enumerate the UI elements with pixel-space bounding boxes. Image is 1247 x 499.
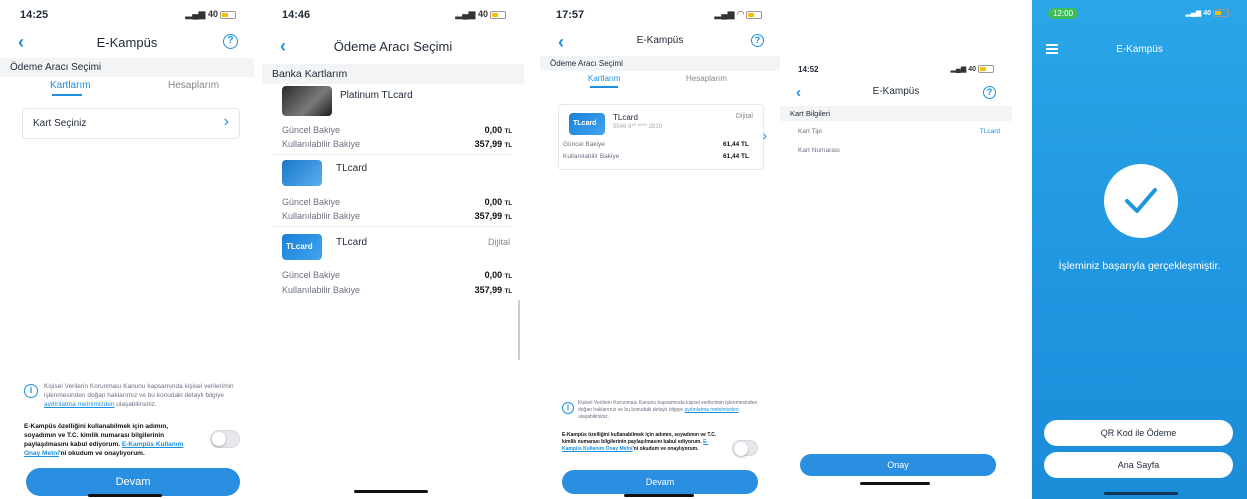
nav-bar: ‹ E-Kampüs ? bbox=[540, 30, 780, 56]
card-name: TLcard bbox=[613, 113, 638, 122]
screen-success: 12:00 ▂▄▆ 40 E-Kampüs İşleminiz başarıyl… bbox=[1032, 0, 1247, 499]
tab-accounts[interactable]: Hesaplarım bbox=[686, 74, 727, 83]
status-bar: 14:25 ▂▄▆ 40 bbox=[0, 0, 254, 28]
continue-button[interactable]: Devam bbox=[26, 468, 240, 496]
screen-payment-method: 14:46 ▂▄▆ 40 ‹ Ödeme Aracı Seçimi Banka … bbox=[262, 0, 524, 499]
tabs: Kartlarım Hesaplarım bbox=[540, 70, 780, 92]
status-bar: 17:57 ▂▄▆ ◠ bbox=[540, 0, 780, 28]
status-bar: 12:00 ▂▄▆ 40 bbox=[1032, 0, 1247, 28]
status-time: 12:00 bbox=[1048, 8, 1079, 19]
card-tag: Dijital bbox=[487, 237, 510, 247]
home-indicator bbox=[624, 494, 694, 497]
consent-text: E-Kampüs özelliğini kullanabilmek için a… bbox=[562, 432, 717, 452]
page-title: E-Kampüs bbox=[872, 86, 920, 97]
balance-row: Güncel Bakiye 0,00 TL bbox=[282, 270, 512, 280]
home-indicator bbox=[354, 490, 428, 493]
divider bbox=[272, 154, 514, 155]
home-indicator bbox=[1104, 492, 1178, 495]
selected-card-box[interactable]: TLcard TLcard 5546 6** **** 2819 Dijital… bbox=[558, 104, 767, 170]
nav-bar: ‹ E-Kampüs ? bbox=[780, 82, 1012, 108]
card-tag: Dijital bbox=[735, 113, 753, 120]
tlcard-image: TLcard bbox=[569, 113, 605, 135]
platinum-card-image[interactable] bbox=[282, 86, 332, 116]
info-icon: i bbox=[562, 402, 574, 414]
section-title: Banka Kartlarım bbox=[262, 64, 524, 84]
kvkk-text: Kişisel Verilerin Korunması Kanunu kapsa… bbox=[44, 383, 234, 409]
consent-text: E-Kampüs özelliğini kullanabilmek için a… bbox=[24, 423, 184, 458]
usable-balance-row: Kullanılabilir Bakiye 61,44 TL bbox=[563, 153, 749, 160]
signal-icon: ▂▄▆ 40 bbox=[455, 9, 506, 20]
tab-cards[interactable]: Kartlarım bbox=[588, 74, 620, 88]
usable-balance-row: Kullanılabilir Bakiye 357,99 TL bbox=[282, 211, 512, 221]
home-indicator bbox=[860, 482, 930, 485]
divider bbox=[272, 226, 514, 227]
kvkk-link[interactable]: aydınlatma metnimizden bbox=[684, 407, 738, 413]
page-title: E-Kampüs bbox=[636, 35, 684, 46]
tlcard-image[interactable] bbox=[282, 160, 322, 186]
tab-accounts[interactable]: Hesaplarım bbox=[168, 80, 219, 91]
screen-ekampus-select: 14:25 ▂▄▆ 40 ‹ E-Kampüs ? Ödeme Aracı Se… bbox=[0, 0, 254, 499]
card-number: 5546 6** **** 2819 bbox=[613, 124, 663, 130]
page-title: E-Kampüs bbox=[1116, 44, 1163, 55]
section-title: Ödeme Aracı Seçimi bbox=[540, 56, 780, 71]
home-button[interactable]: Ana Sayfa bbox=[1044, 452, 1233, 478]
signal-icon: ▂▄▆ 40 bbox=[951, 65, 994, 74]
balance-row: Güncel Bakiye 0,00 TL bbox=[282, 197, 512, 207]
select-card-row[interactable]: Kart Seçiniz › bbox=[22, 108, 240, 139]
card-name: Platinum TLcard bbox=[340, 90, 413, 101]
signal-icon: ▂▄▆ ◠ bbox=[714, 9, 762, 20]
battery-icon bbox=[1213, 9, 1229, 18]
help-icon[interactable]: ? bbox=[223, 34, 238, 49]
status-time: 14:25 bbox=[20, 9, 49, 21]
section-title: Kart Bilgileri bbox=[780, 106, 1012, 121]
tlcard-digital-image[interactable]: TLcard bbox=[282, 234, 322, 260]
balance-row: Güncel Bakiye 0,00 TL bbox=[282, 125, 512, 135]
scrollbar[interactable] bbox=[518, 300, 520, 360]
status-time: 14:46 bbox=[282, 9, 311, 21]
nav-bar: ‹ E-Kampüs ? bbox=[0, 30, 254, 56]
usable-balance-row: Kullanılabilir Bakiye 357,99 TL bbox=[282, 285, 512, 295]
info-icon: i bbox=[24, 384, 38, 398]
usable-balance-row: Kullanılabilir Bakiye 357,99 TL bbox=[282, 139, 512, 149]
chevron-right-icon: › bbox=[223, 113, 229, 130]
card-name: TLcard bbox=[336, 237, 368, 248]
home-indicator bbox=[88, 494, 162, 497]
section-title: Ödeme Aracı Seçimi bbox=[0, 58, 254, 77]
nav-bar: ‹ Ödeme Aracı Seçimi bbox=[262, 34, 524, 60]
kvkk-link[interactable]: aydınlatma metnimizden bbox=[44, 401, 114, 408]
battery-icon bbox=[978, 65, 994, 74]
status-time: 17:57 bbox=[556, 9, 585, 21]
screen-ekampus-card-selected: 17:57 ▂▄▆ ◠ ‹ E-Kampüs ? Ödeme Aracı Seç… bbox=[540, 0, 780, 499]
battery-icon bbox=[746, 10, 762, 19]
confirm-button[interactable]: Onay bbox=[800, 454, 996, 476]
status-bar: 14:52 ▂▄▆ 40 bbox=[780, 56, 1012, 84]
balance-row: Güncel Bakiye 61,44 TL bbox=[563, 141, 749, 148]
consent-toggle[interactable] bbox=[210, 430, 240, 448]
chevron-right-icon: › bbox=[762, 127, 767, 143]
card-name: TLcard bbox=[336, 163, 368, 174]
status-bar: 14:46 ▂▄▆ 40 bbox=[262, 0, 524, 28]
card-number-row: Kart Numarası bbox=[798, 147, 840, 154]
battery-icon bbox=[220, 10, 236, 19]
battery-icon bbox=[490, 10, 506, 19]
signal-icon: ▂▄▆ 40 bbox=[1186, 9, 1229, 18]
card-type-row: Kart Tipi TLcard bbox=[798, 128, 1000, 135]
tab-cards[interactable]: Kartlarım bbox=[50, 80, 91, 96]
select-card-label: Kart Seçiniz bbox=[33, 118, 87, 129]
consent-toggle[interactable] bbox=[732, 440, 758, 456]
page-title: E-Kampüs bbox=[96, 35, 158, 50]
status-time: 14:52 bbox=[798, 65, 819, 74]
success-message: İşleminiz başarıyla gerçekleşmiştir. bbox=[1058, 260, 1221, 272]
screen-card-info: 14:52 ▂▄▆ 40 ‹ E-Kampüs ? Kart Bilgileri… bbox=[780, 0, 1012, 499]
signal-icon: ▂▄▆ 40 bbox=[185, 9, 236, 20]
help-icon[interactable]: ? bbox=[983, 86, 996, 99]
tabs: Kartlarım Hesaplarım bbox=[0, 76, 254, 98]
page-title: Ödeme Aracı Seçimi bbox=[333, 39, 453, 54]
qr-payment-button[interactable]: QR Kod ile Ödeme bbox=[1044, 420, 1233, 446]
help-icon[interactable]: ? bbox=[751, 34, 764, 47]
kvkk-text: Kişisel Verilerin Korunması Kanunu kapsa… bbox=[578, 400, 758, 420]
continue-button[interactable]: Devam bbox=[562, 470, 758, 494]
success-check-icon bbox=[1104, 164, 1178, 238]
